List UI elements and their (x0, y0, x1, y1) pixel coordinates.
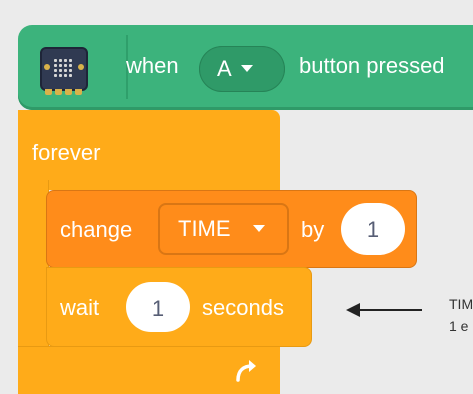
seconds-label: seconds (202, 295, 284, 320)
annotation-line-1: TIM (449, 296, 473, 312)
change-label: change (60, 217, 133, 242)
loop-arrow-icon (236, 360, 256, 382)
when-label: when (126, 53, 179, 78)
forever-label: forever (32, 140, 101, 165)
variable-dropdown[interactable]: TIME (158, 203, 289, 255)
caret-down-icon (241, 65, 253, 72)
change-amount-value: 1 (366, 217, 380, 242)
wait-duration-input[interactable]: 1 (126, 282, 190, 332)
wait-seconds-block[interactable]: wait 1 seconds (46, 267, 312, 347)
when-button-pressed-block[interactable]: when A button pressed (18, 25, 473, 110)
button-dropdown[interactable]: A (199, 46, 285, 92)
button-dropdown-value: A (217, 56, 232, 81)
variable-dropdown-value: TIME (178, 216, 231, 241)
change-amount-input[interactable]: 1 (341, 203, 405, 255)
change-variable-block[interactable]: change TIME by 1 (46, 190, 417, 268)
wait-duration-value: 1 (151, 296, 165, 321)
forever-block[interactable]: forever (18, 110, 280, 190)
annotation-arrow-line (358, 309, 422, 311)
annotation-line-2: 1 e (449, 318, 469, 334)
caret-down-icon (253, 225, 265, 232)
button-pressed-label: button pressed (299, 53, 445, 78)
microbit-board-icon (40, 47, 88, 95)
wait-label: wait (60, 295, 100, 320)
by-label: by (301, 217, 325, 242)
